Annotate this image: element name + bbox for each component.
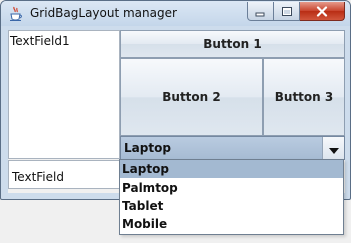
- window-title: GridBagLayout manager: [30, 6, 177, 20]
- dropdown-option-palmtop[interactable]: Palmtop: [120, 179, 343, 197]
- minimize-icon: [255, 2, 266, 21]
- button-3[interactable]: Button 3: [263, 58, 345, 136]
- button-1[interactable]: Button 1: [120, 30, 345, 58]
- combobox-dropdown-list: Laptop Palmtop Tablet Mobile: [119, 159, 344, 235]
- combobox-arrow-button[interactable]: [322, 137, 344, 159]
- minimize-button[interactable]: [247, 2, 274, 21]
- button-2[interactable]: Button 2: [120, 58, 263, 136]
- maximize-button[interactable]: [274, 2, 300, 21]
- chevron-down-icon: [328, 139, 339, 158]
- title-bar[interactable]: GridBagLayout manager: [1, 1, 350, 26]
- textfield2-input[interactable]: TextField: [8, 160, 120, 189]
- dropdown-option-laptop[interactable]: Laptop: [120, 160, 343, 178]
- textfield1-input[interactable]: TextField1: [8, 30, 120, 159]
- device-combobox[interactable]: Laptop: [120, 136, 345, 160]
- close-button[interactable]: [300, 2, 345, 21]
- maximize-icon: [281, 2, 293, 21]
- dropdown-option-tablet[interactable]: Tablet: [120, 197, 343, 215]
- close-icon: [316, 2, 328, 21]
- dropdown-option-mobile[interactable]: Mobile: [120, 215, 343, 233]
- combobox-selected-value: Laptop: [124, 141, 171, 155]
- java-cup-icon: [8, 6, 24, 22]
